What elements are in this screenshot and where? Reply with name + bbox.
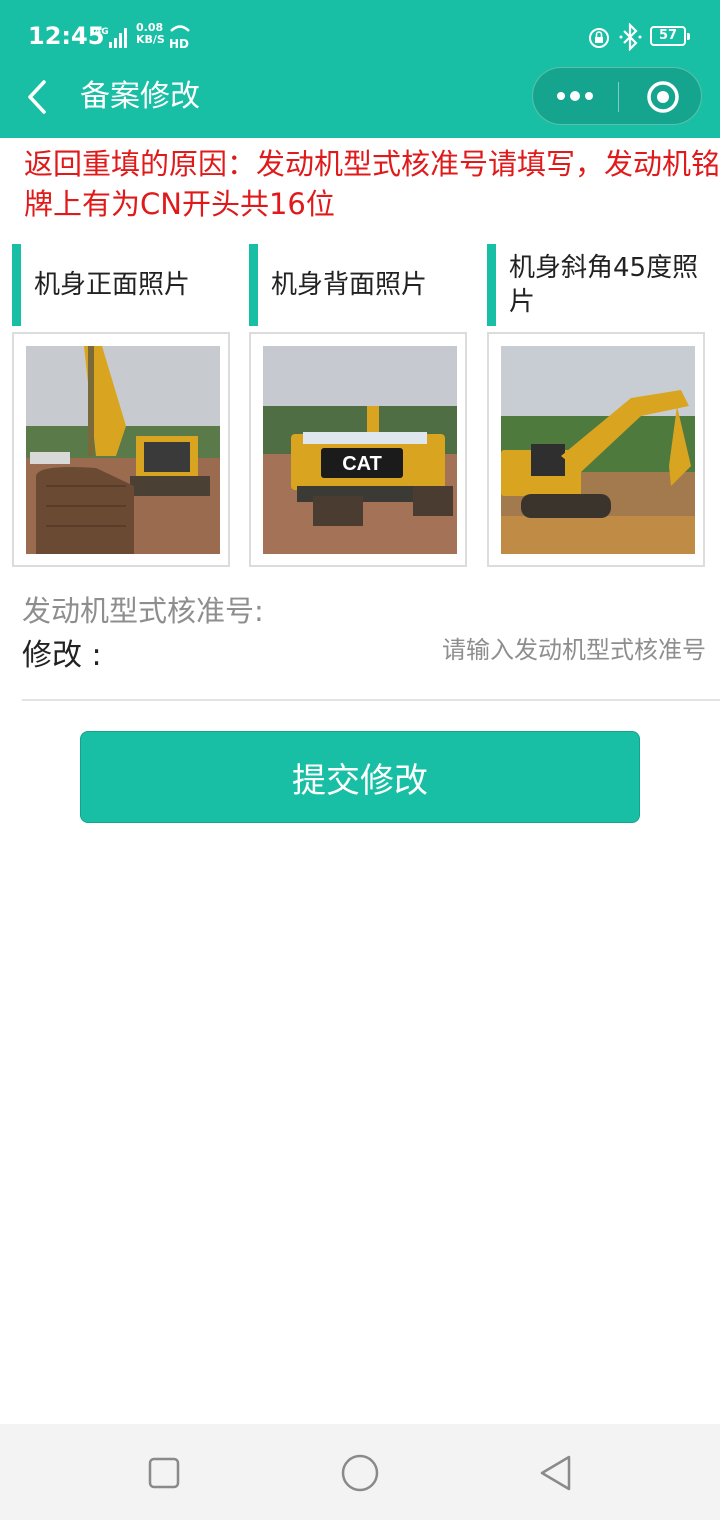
photo-card-angle: 机身斜角45度照片 bbox=[487, 244, 705, 567]
chevron-left-icon[interactable] bbox=[24, 78, 54, 116]
edit-label: 修改 : bbox=[22, 638, 102, 673]
excavator-rear-photo: CAT bbox=[263, 346, 457, 554]
photo-card-rear: 机身背面照片 CAT bbox=[249, 244, 467, 567]
photo-card-front: 机身正面照片 bbox=[12, 244, 230, 567]
square-recent-icon[interactable] bbox=[148, 1457, 180, 1489]
capsule-divider bbox=[618, 82, 619, 112]
photo-label-front: 机身正面照片 bbox=[12, 244, 230, 326]
svg-text:HD: HD bbox=[169, 37, 189, 50]
system-navigation-bar bbox=[0, 1424, 720, 1520]
battery-indicator: 57 bbox=[650, 26, 690, 46]
photo-thumbnail-rear[interactable]: CAT bbox=[249, 332, 467, 567]
photo-label-angle: 机身斜角45度照片 bbox=[487, 244, 705, 326]
photo-thumbnail-angle[interactable] bbox=[487, 332, 705, 567]
app-header: 12:45 4G 0.08 KB/S HD 57 备案修改 bbox=[0, 0, 720, 138]
target-close-icon[interactable] bbox=[645, 79, 681, 115]
mini-program-capsule bbox=[532, 67, 702, 125]
signal-4g-icon: 4G bbox=[95, 27, 127, 48]
engine-approval-number-input[interactable] bbox=[300, 630, 706, 670]
page-title: 备案修改 bbox=[80, 79, 200, 114]
submit-edit-button[interactable]: 提交修改 bbox=[80, 731, 640, 823]
photo-thumbnail-front[interactable] bbox=[12, 332, 230, 567]
svg-text:4G: 4G bbox=[95, 27, 109, 37]
excavator-angle-photo bbox=[501, 346, 695, 554]
svg-text:CAT: CAT bbox=[342, 453, 382, 475]
return-reason-notice: 返回重填的原因：发动机型式核准号请填写，发动机铭牌上有为CN开头共16位 bbox=[24, 147, 720, 221]
form-divider bbox=[22, 699, 720, 701]
hd-call-icon: HD bbox=[169, 25, 190, 50]
network-speed: 0.08 KB/S bbox=[136, 21, 165, 46]
bluetooth-icon bbox=[619, 23, 642, 51]
triangle-back-icon[interactable] bbox=[538, 1454, 574, 1492]
excavator-front-photo bbox=[26, 346, 220, 554]
circle-home-icon[interactable] bbox=[340, 1453, 380, 1493]
photo-label-rear: 机身背面照片 bbox=[249, 244, 467, 326]
more-dots-icon[interactable] bbox=[555, 88, 595, 104]
rotation-lock-icon bbox=[589, 28, 609, 48]
engine-approval-number-label: 发动机型式核准号: bbox=[22, 594, 264, 628]
status-time: 12:45 bbox=[28, 22, 105, 50]
